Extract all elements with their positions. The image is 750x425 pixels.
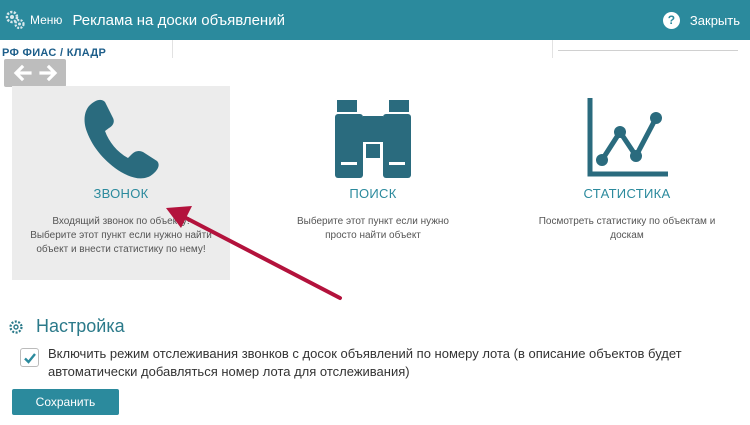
settings-header: Настройка (8, 316, 125, 337)
arrow-right-icon[interactable] (38, 62, 60, 84)
background-field-line (558, 50, 738, 51)
binoculars-icon (335, 100, 411, 178)
card-statistics-title: СТАТИСТИКА (583, 186, 671, 201)
card-desc-line: Входящий звонок по объекту! (52, 216, 190, 227)
card-desc-line: просто найти объект (325, 230, 421, 241)
card-call[interactable]: ЗВОНОК Входящий звонок по объекту! Выбер… (12, 86, 230, 280)
call-tracking-option: Включить режим отслеживания звонков с до… (20, 345, 740, 381)
close-label: Закрыть (689, 12, 740, 28)
gear-icon (9, 319, 23, 334)
call-tracking-checkbox[interactable] (20, 348, 39, 367)
card-desc-line: Посмотреть статистику по объектам и (538, 216, 716, 227)
help-icon[interactable]: ? (662, 11, 680, 29)
card-call-title: ЗВОНОК (93, 186, 149, 201)
close-button[interactable]: ? Закрыть (662, 0, 740, 40)
card-search-description: Выберите этот пункт если нужно просто на… (264, 215, 482, 243)
gears-icon (5, 10, 25, 30)
card-desc-line: Выберите этот пункт если нужно найти (30, 230, 212, 241)
card-desc-line: объект и внести статистику по нему! (36, 244, 206, 255)
card-statistics-description: Посмотреть статистику по объектам и доск… (518, 215, 736, 243)
chart-icon (587, 98, 668, 177)
save-button[interactable]: Сохранить (12, 389, 119, 415)
arrow-left-icon[interactable] (11, 62, 33, 84)
background-divider (172, 40, 173, 60)
card-desc-line: Выберите этот пункт если нужно (297, 216, 449, 227)
card-desc-line: доскам (610, 230, 644, 241)
background-divider (552, 40, 553, 60)
phone-icon (84, 99, 159, 179)
menu-button[interactable]: Меню (4, 9, 62, 31)
menu-label: Меню (30, 13, 63, 27)
card-search-title: ПОИСК (349, 186, 397, 201)
checkmark-icon (23, 352, 36, 364)
card-statistics[interactable]: СТАТИСТИКА Посмотреть статистику по объе… (518, 86, 736, 266)
app-title: Реклама на доски объявлений (72, 11, 285, 29)
card-call-description: Входящий звонок по объекту! Выберите это… (12, 215, 230, 257)
nav-arrows (4, 59, 66, 87)
top-bar: Меню Реклама на доски объявлений ? Закры… (0, 0, 750, 40)
card-search[interactable]: ПОИСК Выберите этот пункт если нужно про… (264, 86, 482, 266)
call-tracking-label: Включить режим отслеживания звонков с до… (48, 346, 682, 379)
settings-title: Настройка (36, 316, 125, 336)
